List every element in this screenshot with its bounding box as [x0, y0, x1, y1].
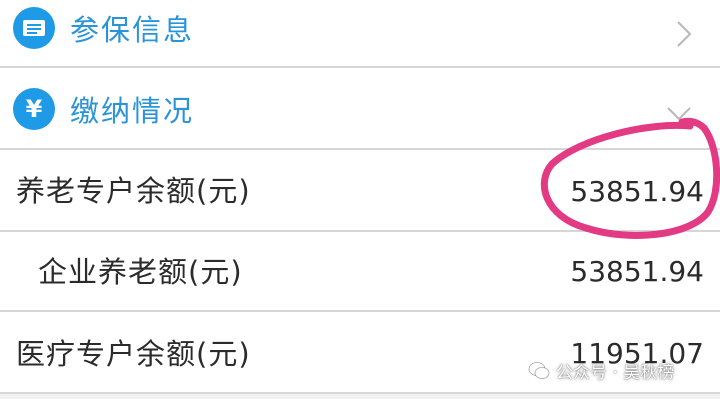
- section-insurance-info[interactable]: 参保信息: [0, 0, 720, 66]
- yen-icon: ¥: [13, 88, 55, 130]
- section-title-insurance-info: 参保信息: [70, 13, 195, 47]
- app-screen: 参保信息 ¥ 缴纳情况 养老专户余额(元) 53851.94 企业养老额(元) …: [0, 0, 720, 399]
- item-label: 医疗专户余额(元): [16, 337, 251, 371]
- wechat-icon: [528, 361, 550, 379]
- section-payment-status[interactable]: ¥ 缴纳情况: [0, 68, 720, 148]
- id-card-icon: [13, 7, 55, 49]
- divider: [0, 392, 720, 394]
- item-value: 53851.94: [570, 175, 704, 208]
- yen-glyph: ¥: [25, 95, 43, 123]
- list-item-enterprise-pension: 企业养老额(元) 53851.94: [0, 232, 720, 310]
- item-value: 53851.94: [570, 255, 704, 288]
- list-item-pension-balance: 养老专户余额(元) 53851.94: [0, 150, 720, 230]
- chevron-down-icon[interactable]: [666, 106, 692, 122]
- item-label: 企业养老额(元): [38, 255, 243, 289]
- watermark: 公众号 · 吴秋榜: [528, 358, 674, 383]
- section-title-payment-status: 缴纳情况: [70, 94, 195, 128]
- chevron-right-icon[interactable]: [676, 20, 692, 48]
- watermark-text: 公众号 · 吴秋榜: [556, 363, 675, 383]
- item-label: 养老专户余额(元): [16, 174, 251, 208]
